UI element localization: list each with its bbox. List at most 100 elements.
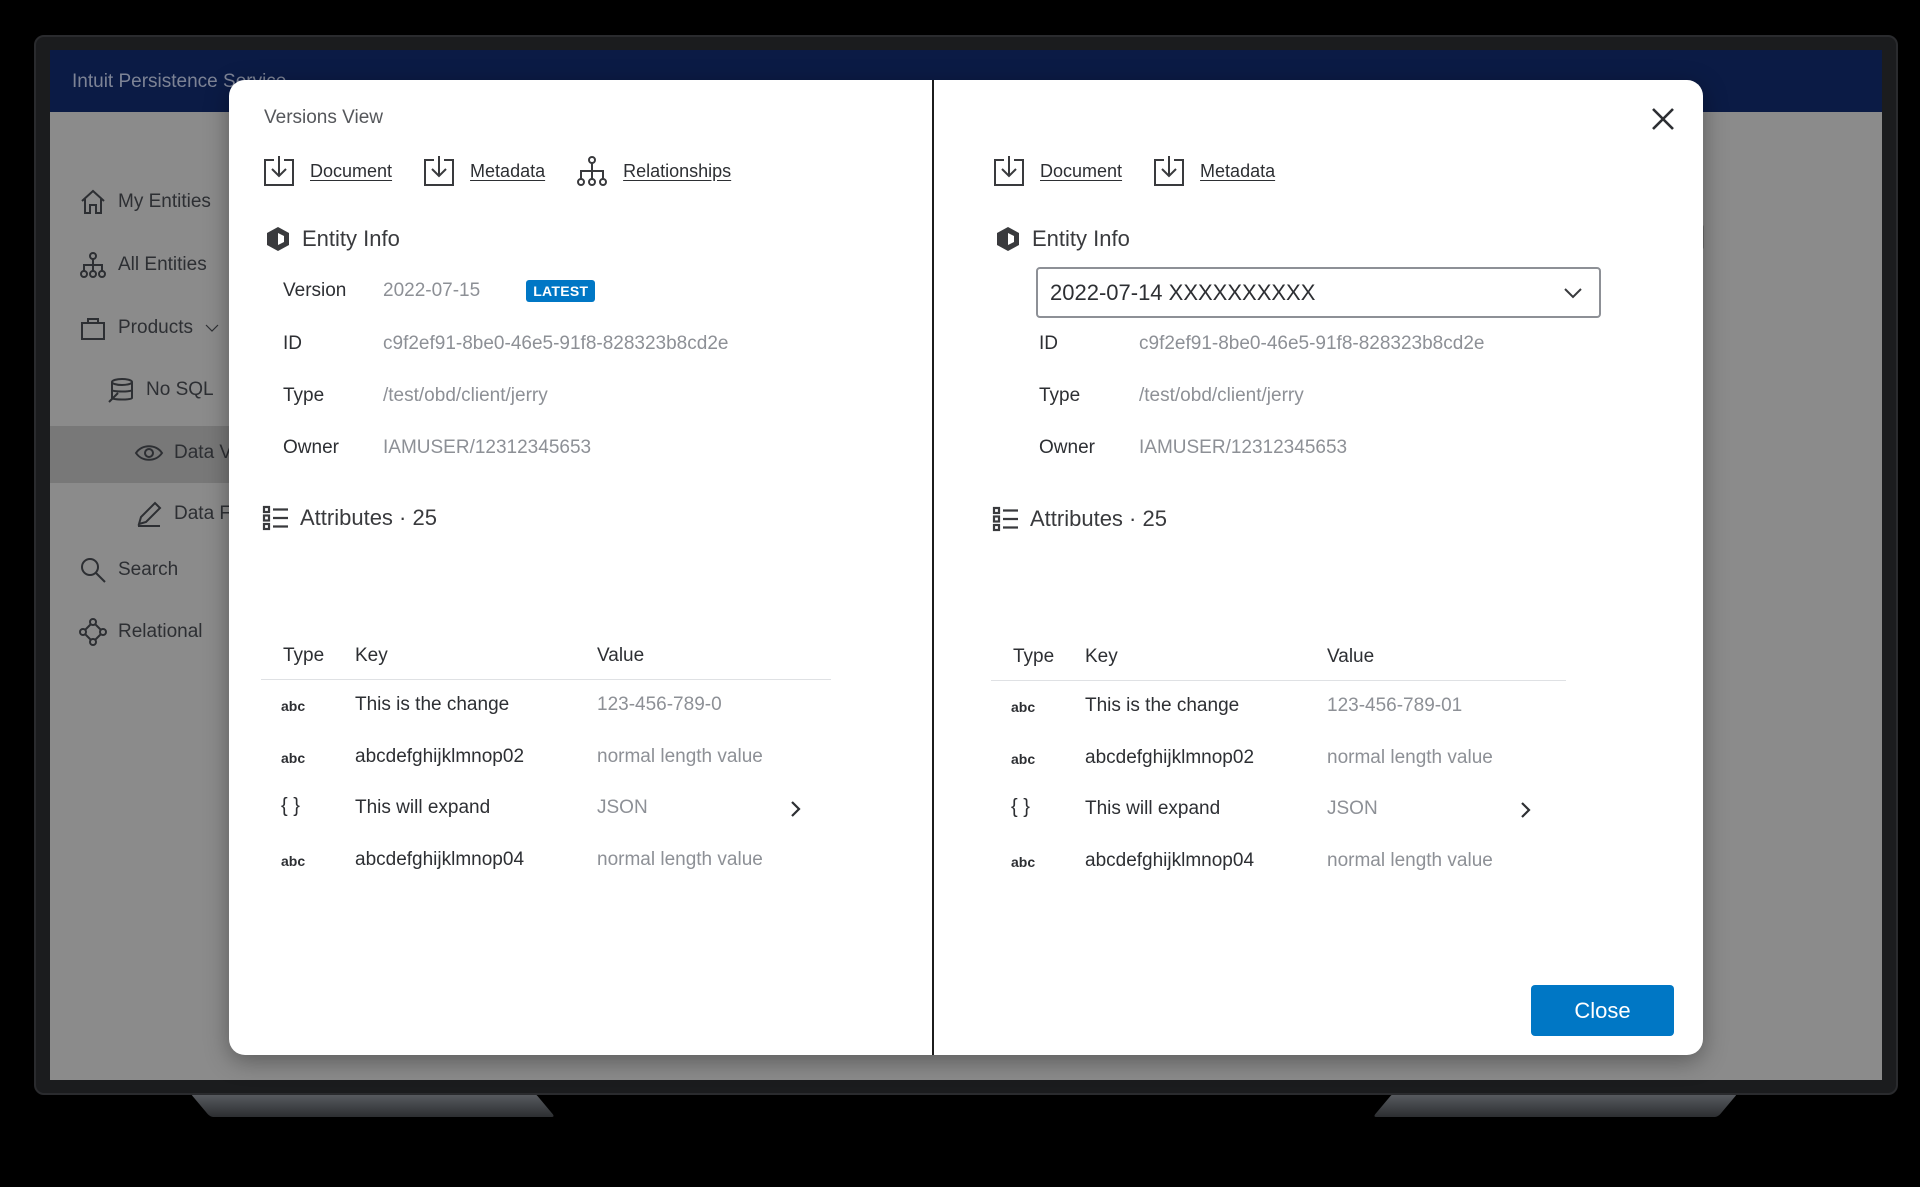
close-button[interactable]: Close [1531, 985, 1674, 1036]
column-header-key: Key [1085, 646, 1118, 667]
section-title: Entity Info [1032, 226, 1130, 251]
entity-info-heading: Entity Info [994, 225, 1130, 253]
eye-icon [134, 445, 164, 461]
info-label: Version [283, 280, 347, 301]
modal-title: Versions View [264, 107, 383, 128]
left-download-links: Document Metadata Relationships [262, 154, 761, 188]
chevron-right-icon[interactable] [787, 800, 805, 818]
attribute-value: 123-456-789-01 [1327, 695, 1463, 716]
entity-info-heading: Entity Info [264, 225, 400, 253]
cube-icon [997, 227, 1019, 251]
version-value: 2022-07-15 [383, 280, 481, 301]
attribute-type: abc [1011, 853, 1036, 870]
nav-item-label: All Entities [118, 254, 207, 275]
latest-badge: LATEST [526, 280, 596, 302]
owner-row: Owner IAMUSER/12312345653 [1039, 437, 1347, 459]
nav-item-label: No SQL [146, 379, 214, 400]
right-version-pane: Document Metadata Entity Info 2022-07-14… [934, 80, 1703, 1055]
table-row[interactable]: { } This will expand JSON [261, 783, 831, 835]
link-label: Relationships [623, 160, 732, 181]
id-row: ID c9f2ef91-8be0-46e5-91f8-828323b8cd2e [1039, 333, 1484, 355]
attribute-value: 123-456-789-0 [597, 694, 722, 715]
type-value: /test/obd/client/jerry [383, 385, 548, 406]
attribute-type: { } [281, 795, 300, 817]
table-row: abc abcdefghijklmnop04 normal length value [991, 836, 1566, 874]
attributes-heading: Attributes · 25 [262, 504, 437, 532]
download-document-link[interactable]: Document [262, 154, 392, 188]
download-document-link[interactable]: Document [992, 154, 1122, 188]
id-value: c9f2ef91-8be0-46e5-91f8-828323b8cd2e [1139, 333, 1485, 354]
app-sidebar: My Entities All Entities Products No SQL… [50, 112, 277, 1080]
download-metadata-link[interactable]: Metadata [422, 154, 545, 188]
versions-modal: Versions View Document Metadata Relation… [229, 80, 1703, 1055]
attribute-value: normal length value [1327, 746, 1493, 768]
list-icon [992, 506, 1018, 532]
info-label: Owner [283, 437, 339, 458]
chevron-down-icon [1564, 288, 1582, 299]
attribute-value: JSON [1327, 798, 1378, 819]
owner-value: IAMUSER/12312345653 [383, 437, 592, 458]
type-row: Type /test/obd/client/jerry [1039, 385, 1304, 407]
nav-item-relational[interactable]: Relational [78, 617, 203, 647]
info-label: ID [1039, 333, 1058, 354]
version-select[interactable]: 2022-07-14 XXXXXXXXXX [1036, 267, 1601, 318]
nav-item-label: Products [118, 317, 193, 338]
table-row[interactable]: { } This will expand JSON [991, 784, 1566, 836]
attribute-value: normal length value [597, 745, 763, 767]
owner-row: Owner IAMUSER/12312345653 [283, 437, 591, 459]
info-label: Type [1039, 385, 1081, 406]
database-icon [108, 378, 133, 403]
version-select-value: 2022-07-14 XXXXXXXXXX [1050, 279, 1316, 305]
attribute-type: abc [1011, 699, 1036, 715]
download-icon [1154, 156, 1185, 186]
attribute-key: This is the change [355, 694, 510, 715]
monitor-stand-left [190, 1093, 556, 1117]
download-icon [994, 156, 1024, 186]
attributes-heading: Attributes · 25 [992, 505, 1167, 533]
cube-icon [267, 227, 289, 251]
nav-item-all-entities[interactable]: All Entities [78, 250, 207, 280]
left-version-pane: Versions View Document Metadata Relation… [229, 80, 933, 1055]
nav-item-search[interactable]: Search [78, 555, 178, 585]
hierarchy-icon [80, 252, 106, 278]
info-label: Type [283, 385, 325, 406]
close-icon[interactable] [1648, 104, 1678, 134]
download-icon [424, 156, 455, 186]
owner-value: IAMUSER/12312345653 [1139, 437, 1348, 458]
download-icon [264, 156, 294, 186]
right-download-links: Document Metadata [992, 154, 1305, 188]
attribute-key: abcdefghijklmnop04 [1085, 849, 1255, 871]
section-title: Attributes · 25 [1030, 506, 1167, 531]
nav-item-no-sql[interactable]: No SQL [106, 375, 214, 405]
nav-item-my-entities[interactable]: My Entities [78, 187, 211, 217]
type-row: Type /test/obd/client/jerry [283, 385, 548, 407]
column-header-value: Value [1327, 646, 1375, 667]
table-header: Type Key Value [991, 631, 1566, 681]
nav-item-label: Relational [118, 621, 203, 642]
left-attributes-table: Type Key Value abc This is the change 123-… [261, 630, 831, 872]
link-label: Document [1040, 160, 1123, 181]
attribute-type: abc [281, 698, 306, 714]
attribute-value: normal length value [597, 848, 763, 870]
download-metadata-link[interactable]: Metadata [1152, 154, 1275, 188]
table-row: abc This is the change 123-456-789-0 [261, 680, 831, 732]
attribute-type: abc [281, 852, 306, 869]
table-row: abc abcdefghijklmnop02 normal length value [991, 733, 1566, 785]
attribute-key: This will expand [355, 797, 491, 818]
search-icon [81, 558, 106, 583]
table-row: abc abcdefghijklmnop02 normal length value [261, 732, 831, 784]
bag-icon [81, 318, 105, 340]
chevron-right-icon[interactable] [1517, 801, 1535, 819]
attribute-key: abcdefghijklmnop02 [355, 745, 525, 767]
attribute-value: JSON [597, 797, 648, 818]
info-label: ID [283, 333, 302, 354]
table-header: Type Key Value [261, 630, 831, 680]
nav-item-products[interactable]: Products [78, 313, 221, 343]
nav-item-label: My Entities [118, 191, 211, 212]
nav-item-label: Search [118, 559, 179, 580]
id-value: c9f2ef91-8be0-46e5-91f8-828323b8cd2e [383, 333, 729, 354]
hierarchy-icon [577, 156, 608, 186]
info-label: Owner [1039, 437, 1095, 458]
download-relationships-link[interactable]: Relationships [575, 154, 731, 188]
column-header-value: Value [597, 645, 645, 666]
